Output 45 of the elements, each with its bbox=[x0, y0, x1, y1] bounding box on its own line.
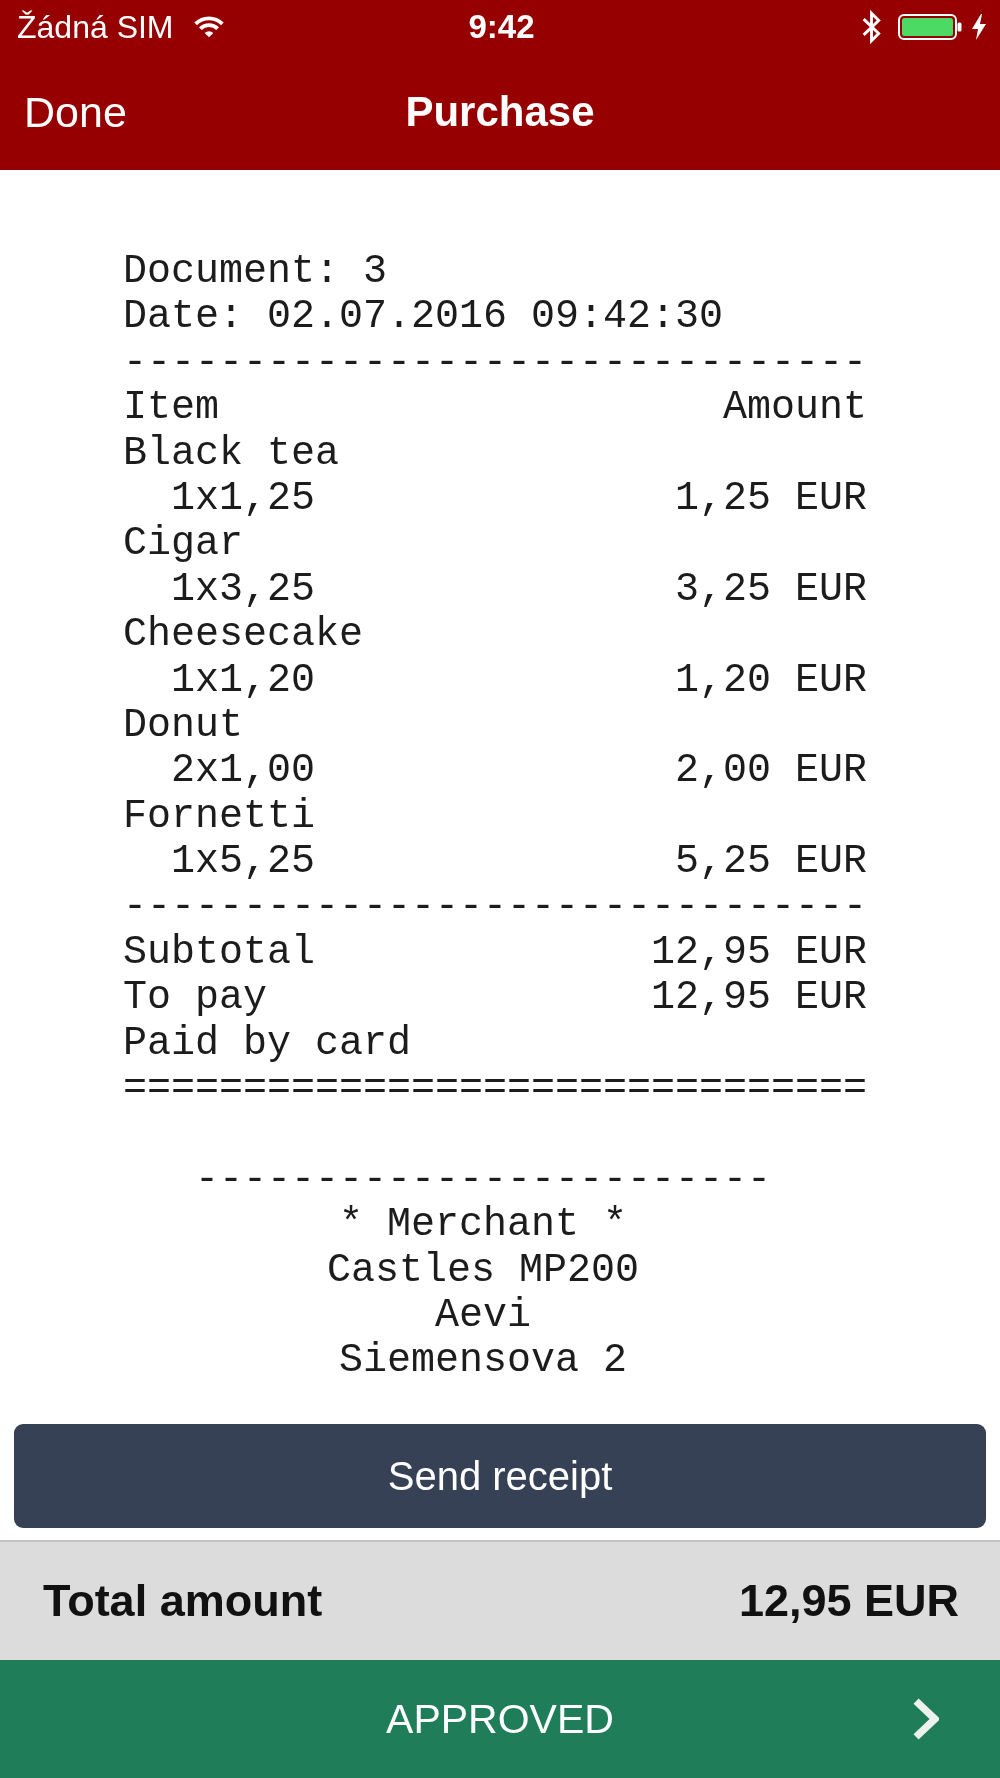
item-amount: 1,20 EUR bbox=[675, 657, 868, 703]
item-amount: 5,25 EUR bbox=[675, 839, 868, 885]
product-name: Cheesecake bbox=[123, 612, 364, 658]
summary-amount: 12,95 EUR bbox=[651, 929, 868, 976]
receipt-separator: ------------------------------- bbox=[123, 339, 868, 386]
receipt-separator: =============================== bbox=[123, 1066, 868, 1112]
product-name: Black tea bbox=[123, 430, 340, 476]
receipt-line: Document: 3 bbox=[123, 249, 388, 295]
charging-bolt-icon bbox=[972, 14, 986, 40]
item-amount: 1,25 EUR bbox=[675, 475, 868, 522]
summary-label: To pay bbox=[123, 975, 268, 1021]
item-quantity: 1x1,20 bbox=[171, 657, 316, 703]
summary-amount: 12,95 EUR bbox=[651, 975, 868, 1021]
receipt-separator: ------------------------ bbox=[195, 1156, 772, 1203]
summary-label: Subtotal bbox=[123, 929, 316, 976]
item-quantity: 1x3,25 bbox=[171, 566, 316, 613]
merchant-line: Aevi bbox=[435, 1293, 532, 1339]
merchant-line: Siemensova 2 bbox=[339, 1338, 628, 1384]
carrier-label: Žádná SIM bbox=[17, 8, 174, 46]
total-value: 12,95 EUR bbox=[738, 1575, 959, 1627]
item-quantity: 2x1,00 bbox=[171, 748, 316, 794]
product-name: Cigar bbox=[123, 521, 244, 567]
total-label: Total amount bbox=[43, 1575, 323, 1627]
item-quantity: 1x1,25 bbox=[171, 475, 316, 522]
item-amount: 3,25 EUR bbox=[675, 566, 868, 613]
item-amount: 2,00 EUR bbox=[675, 748, 868, 794]
product-name: Donut bbox=[123, 702, 244, 749]
page-title: Purchase bbox=[405, 88, 595, 136]
merchant-line: * Merchant * bbox=[339, 1202, 628, 1248]
battery-icon bbox=[898, 14, 962, 40]
wifi-icon bbox=[193, 16, 224, 38]
merchant-line: Castles MP200 bbox=[327, 1247, 640, 1293]
receipt-line: Paid by card bbox=[123, 1020, 412, 1067]
column-heading: Item bbox=[123, 385, 219, 431]
product-name: Fornetti bbox=[123, 793, 316, 840]
column-heading: Amount bbox=[723, 385, 868, 431]
bluetooth-icon bbox=[862, 10, 881, 44]
done-button[interactable]: Done bbox=[24, 87, 127, 137]
item-quantity: 1x5,25 bbox=[171, 839, 316, 885]
clock-label: 9:42 bbox=[468, 8, 535, 46]
send-receipt-button[interactable]: Send receipt bbox=[14, 1424, 986, 1528]
approved-status-button[interactable]: APPROVED bbox=[0, 1660, 1000, 1778]
receipt-line: Date: 02.07.2016 09:42:30 bbox=[123, 294, 724, 340]
receipt-separator: ------------------------------- bbox=[123, 884, 868, 930]
chevron-right-icon bbox=[912, 1698, 939, 1740]
